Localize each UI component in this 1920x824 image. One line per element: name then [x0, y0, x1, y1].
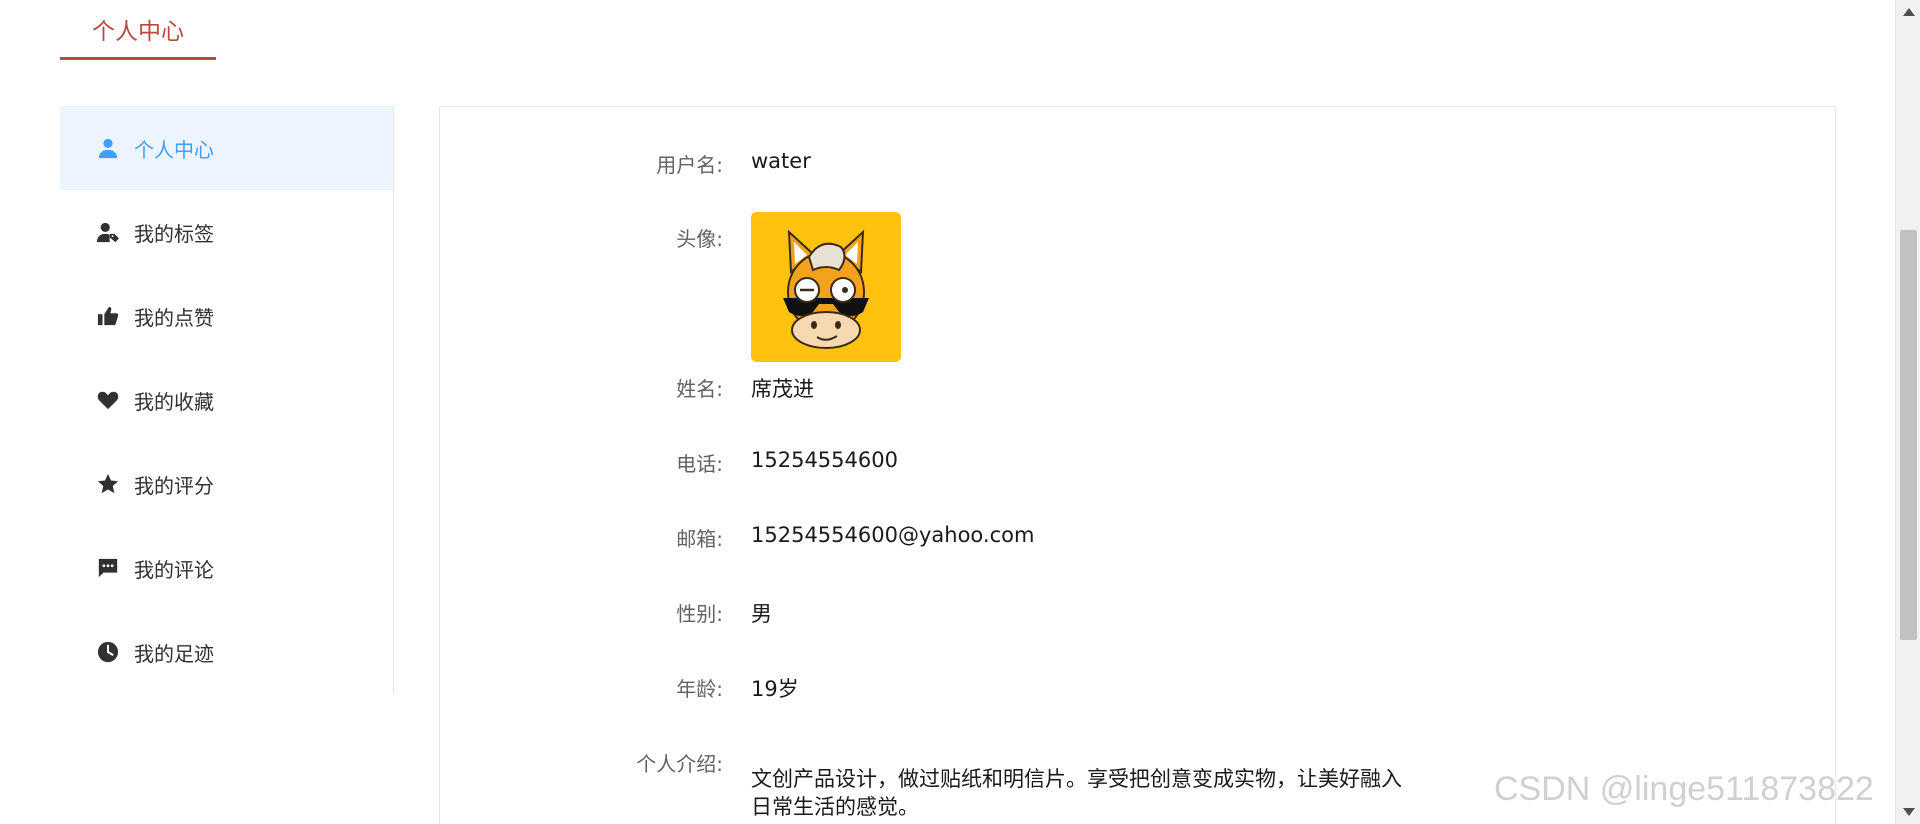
sidebar-item-personal-center[interactable]: 个人中心	[60, 106, 393, 190]
avatar-cartoon-image	[751, 212, 901, 362]
sidebar-item-label: 我的足迹	[134, 641, 214, 666]
sidebar-item-label: 我的标签	[134, 221, 214, 246]
sidebar-item-my-likes[interactable]: 我的点赞	[60, 274, 393, 358]
sidebar-item-label: 个人中心	[134, 137, 214, 162]
watermark: CSDN @linge511873822	[1494, 770, 1874, 808]
user-tag-icon	[96, 220, 120, 244]
phone-label: 电话:	[676, 452, 723, 476]
email-value: 15254554600@yahoo.com	[751, 523, 1035, 547]
sidebar-item-label: 我的评分	[134, 473, 214, 498]
user-icon	[96, 136, 120, 160]
phone-value: 15254554600	[751, 448, 898, 472]
scroll-down-arrow-icon[interactable]	[1903, 808, 1915, 816]
sidebar-item-my-ratings[interactable]: 我的评分	[60, 442, 393, 526]
clock-icon	[96, 640, 120, 664]
sidebar-item-my-favorites[interactable]: 我的收藏	[60, 358, 393, 442]
age-label: 年龄:	[676, 677, 723, 701]
sidebar-item-label: 我的点赞	[134, 305, 214, 330]
sidebar-menu: 个人中心 我的标签 我的点赞 我的收藏 我的评分 我的评论 我的足迹	[60, 106, 394, 694]
username-value: water	[751, 149, 811, 173]
thumbs-up-icon	[96, 304, 120, 328]
scroll-thumb[interactable]	[1900, 230, 1917, 640]
gender-value: 男	[751, 602, 772, 626]
avatar-label: 头像:	[676, 227, 723, 251]
username-label: 用户名:	[656, 153, 723, 177]
comment-icon	[96, 556, 120, 580]
profile-card: 用户名: water 头像: 姓名: 席茂进 电话: 15254554600 邮…	[439, 106, 1836, 824]
page: 个人中心 个人中心 我的标签 我的点赞 我的收藏 我的评分 我的评论 我的足迹 …	[0, 0, 1920, 824]
intro-value: 文创产品设计，做过贴纸和明信片。享受把创意变成实物，让美好融入日常生活的感觉。	[751, 767, 1402, 819]
star-icon	[96, 472, 120, 496]
avatar[interactable]	[751, 212, 901, 362]
sidebar-item-my-comments[interactable]: 我的评论	[60, 526, 393, 610]
name-value: 席茂进	[751, 377, 814, 401]
sidebar-item-label: 我的评论	[134, 557, 214, 582]
intro-label: 个人介绍:	[636, 752, 723, 776]
vertical-scrollbar[interactable]	[1895, 0, 1920, 824]
gender-label: 性别:	[676, 602, 723, 626]
heart-icon	[96, 388, 120, 412]
sidebar-item-label: 我的收藏	[134, 389, 214, 414]
tab-label: 个人中心	[92, 19, 184, 45]
name-label: 姓名:	[676, 377, 723, 401]
sidebar-item-my-history[interactable]: 我的足迹	[60, 610, 393, 694]
scroll-up-arrow-icon[interactable]	[1903, 8, 1915, 16]
sidebar-item-my-tags[interactable]: 我的标签	[60, 190, 393, 274]
age-value: 19岁	[751, 677, 799, 701]
tab-personal-center[interactable]: 个人中心	[60, 0, 216, 60]
email-label: 邮箱:	[676, 527, 723, 551]
